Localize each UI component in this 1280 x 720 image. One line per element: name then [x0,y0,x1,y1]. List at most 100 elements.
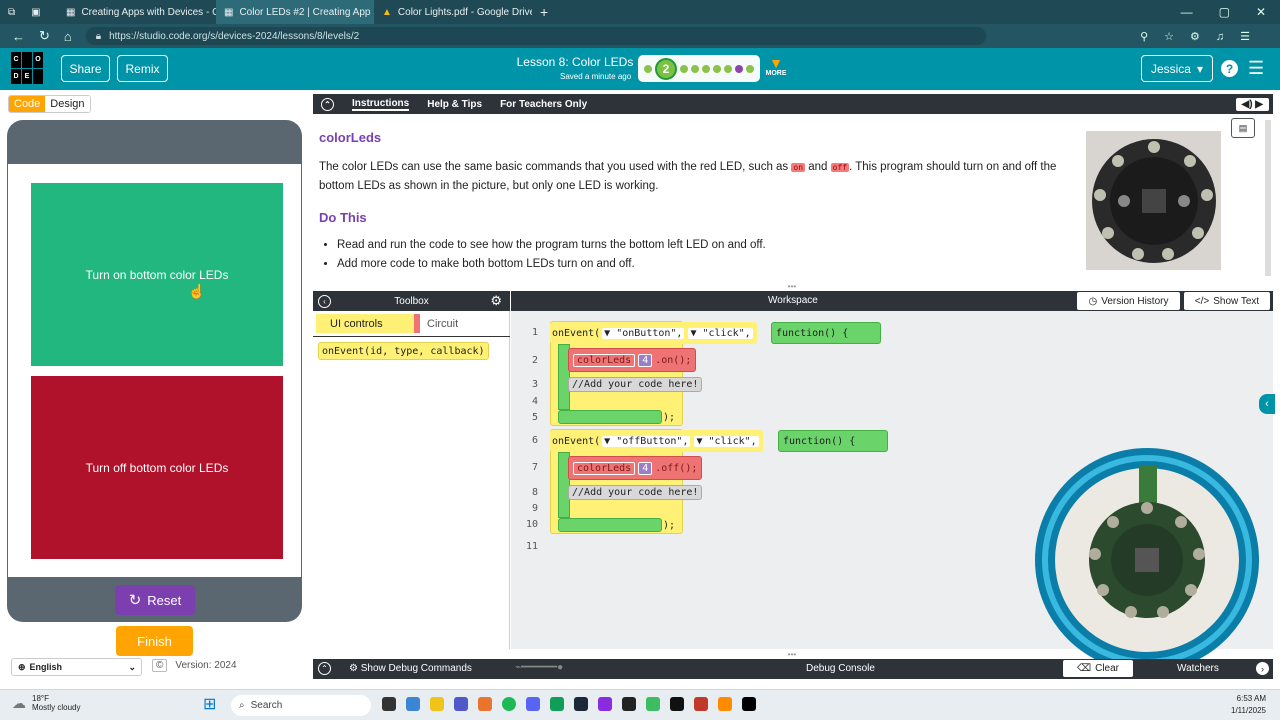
id-dropdown[interactable]: ▼ "offButton", [602,435,691,447]
app-icon[interactable] [622,697,636,711]
code-mode-button[interactable]: Code [9,96,46,112]
code-org-logo[interactable]: CO DE [11,52,43,84]
back-icon[interactable]: ← [12,29,25,44]
ui-controls-category[interactable]: UI controls [316,314,414,333]
design-mode-button[interactable]: Design [45,96,90,112]
app-icon[interactable] [406,697,420,711]
expand-debug-icon[interactable]: ⌃ [318,662,331,675]
version-history-button[interactable]: ◷ Version History [1077,292,1180,310]
current-level-bubble[interactable]: 2 [655,57,677,80]
comment-block[interactable]: //Add your code here! [568,377,703,392]
reset-button[interactable]: ↻ Reset [115,585,195,615]
colorleds-on-block[interactable]: colorLeds 4 .on(); [568,348,697,372]
chevron-right-icon[interactable]: › [1256,662,1269,675]
immersive-reader-icon[interactable]: ▤ [1231,118,1255,138]
collapse-toolbox-icon[interactable]: ‹ [318,294,331,308]
windows-start-icon[interactable]: ⊞ [203,696,223,716]
level-progress[interactable]: 2 [638,55,760,82]
onevent-toolbox-block[interactable]: onEvent(id, type, callback) [318,342,489,360]
tab-instructions[interactable]: Instructions [352,98,410,111]
level-dot[interactable] [644,64,652,73]
text-to-speech-icon[interactable]: ◀) ▶ [1235,97,1269,111]
folder-icon[interactable] [430,697,444,711]
copyright-icon[interactable]: © [152,659,168,672]
app-icon[interactable] [670,697,684,711]
turn-on-button[interactable]: Turn on bottom color LEDs [31,183,283,366]
taskbar-search[interactable]: ⌕ Search [231,695,371,716]
show-text-button[interactable]: </> Show Text [1184,292,1270,310]
refresh-icon[interactable]: ↻ [39,28,50,44]
close-window-icon[interactable]: ✕ [1256,5,1266,19]
tab-teachers[interactable]: For Teachers Only [500,99,587,110]
collapse-icon[interactable]: ⌃ [321,97,334,111]
browser-controls[interactable]: ⧉ ▣ [0,0,58,24]
browser-toolbar-icons[interactable]: ⚲☆⚙♫☰ [1140,30,1280,43]
app-icon[interactable] [478,697,492,711]
app-icon[interactable] [694,697,708,711]
turn-off-button[interactable]: Turn off bottom color LEDs [31,376,283,559]
resize-handle-icon[interactable]: ••• [780,282,804,291]
app-icon[interactable] [598,697,612,711]
more-levels[interactable]: ▼ MORE [764,56,788,77]
remix-button[interactable]: Remix [117,55,168,82]
level-dot[interactable] [702,64,710,73]
weather-widget[interactable]: ☁ 18°F Mostly cloudy [12,694,80,712]
app-icon[interactable] [382,697,396,711]
function-block[interactable]: function() { [771,322,881,344]
lesson-title[interactable]: Lesson 8: Color LEDs [510,55,640,69]
onevent-on-header[interactable]: onEvent( ▼ "onButton", ▼ "click", [550,322,757,344]
chevron-left-icon[interactable]: ‹ [1259,394,1275,414]
gear-icon[interactable]: ⚙ [490,293,502,309]
url-field[interactable]: 🔒︎ https://studio.code.org/s/devices-2024… [85,27,986,45]
level-dot[interactable] [746,64,754,73]
tab-help-tips[interactable]: Help & Tips [427,99,482,110]
app-icon[interactable] [646,697,660,711]
language-select[interactable]: ⊕ English ⌄ [11,658,142,676]
resize-handle-icon[interactable]: ••• [780,650,804,659]
circuit-category[interactable]: Circuit [427,314,458,333]
taskbar-clock[interactable]: 6:53 AM 1/11/2025 [1231,693,1266,717]
finish-button[interactable]: Finish [116,626,193,656]
spotify-icon[interactable] [502,697,516,711]
taskbar-apps [382,697,756,711]
led-index-value[interactable]: 4 [638,353,653,367]
function-block[interactable]: function() { [778,430,888,452]
level-dot[interactable] [691,64,699,73]
hamburger-menu-icon[interactable]: ☰ [1248,58,1264,79]
browser-tab-3[interactable]: ▲Color Lights.pdf - Google Drive✕ [374,0,532,24]
level-dot[interactable] [724,64,732,73]
colorleds-off-block[interactable]: colorLeds 4 .off(); [568,456,703,480]
user-menu[interactable]: Jessica ▾ [1141,55,1213,82]
debug-speed-slider[interactable]: ⌁━━━━━━● [515,662,611,676]
help-icon[interactable]: ? [1221,60,1238,77]
minimize-icon[interactable]: — [1181,5,1193,19]
event-type-dropdown[interactable]: ▼ "click", [694,435,759,447]
instructions-scrollbar[interactable] [1265,120,1271,276]
id-dropdown[interactable]: ▼ "onButton", [602,327,685,339]
tab-actions-icon[interactable]: ⧉ [8,7,15,18]
onevent-off-header[interactable]: onEvent( ▼ "offButton", ▼ "click", [550,430,763,452]
watchers-label[interactable]: Watchers [1177,663,1219,674]
edge-icon[interactable] [550,697,564,711]
home-icon[interactable]: ⌂ [64,29,72,44]
show-debug-commands[interactable]: ⚙︎ Show Debug Commands [349,663,472,674]
event-type-dropdown[interactable]: ▼ "click", [688,327,753,339]
discord-icon[interactable] [526,697,540,711]
browser-tab-2[interactable]: ▦Color LEDs #2 | Creating App✕ [216,0,374,24]
browser-tab-1[interactable]: ▦Creating Apps with Devices - Circ✕ [58,0,216,24]
maximize-icon[interactable]: ▢ [1219,5,1230,19]
share-button[interactable]: Share [61,55,110,82]
comment-block[interactable]: //Add your code here! [568,485,703,500]
led-index-value[interactable]: 4 [638,461,653,475]
steam-icon[interactable] [574,697,588,711]
level-dot[interactable] [713,64,721,73]
tab-group-icon[interactable]: ▣ [31,7,40,18]
level-dot[interactable] [680,64,688,73]
app-icon[interactable] [718,697,732,711]
app-icon[interactable] [742,697,756,711]
version-text: Version: 2024 [175,660,237,671]
new-tab-button[interactable]: + [532,0,562,24]
teams-icon[interactable] [454,697,468,711]
clear-console-button[interactable]: ⌫ Clear [1063,660,1133,677]
level-dot[interactable] [735,64,743,73]
